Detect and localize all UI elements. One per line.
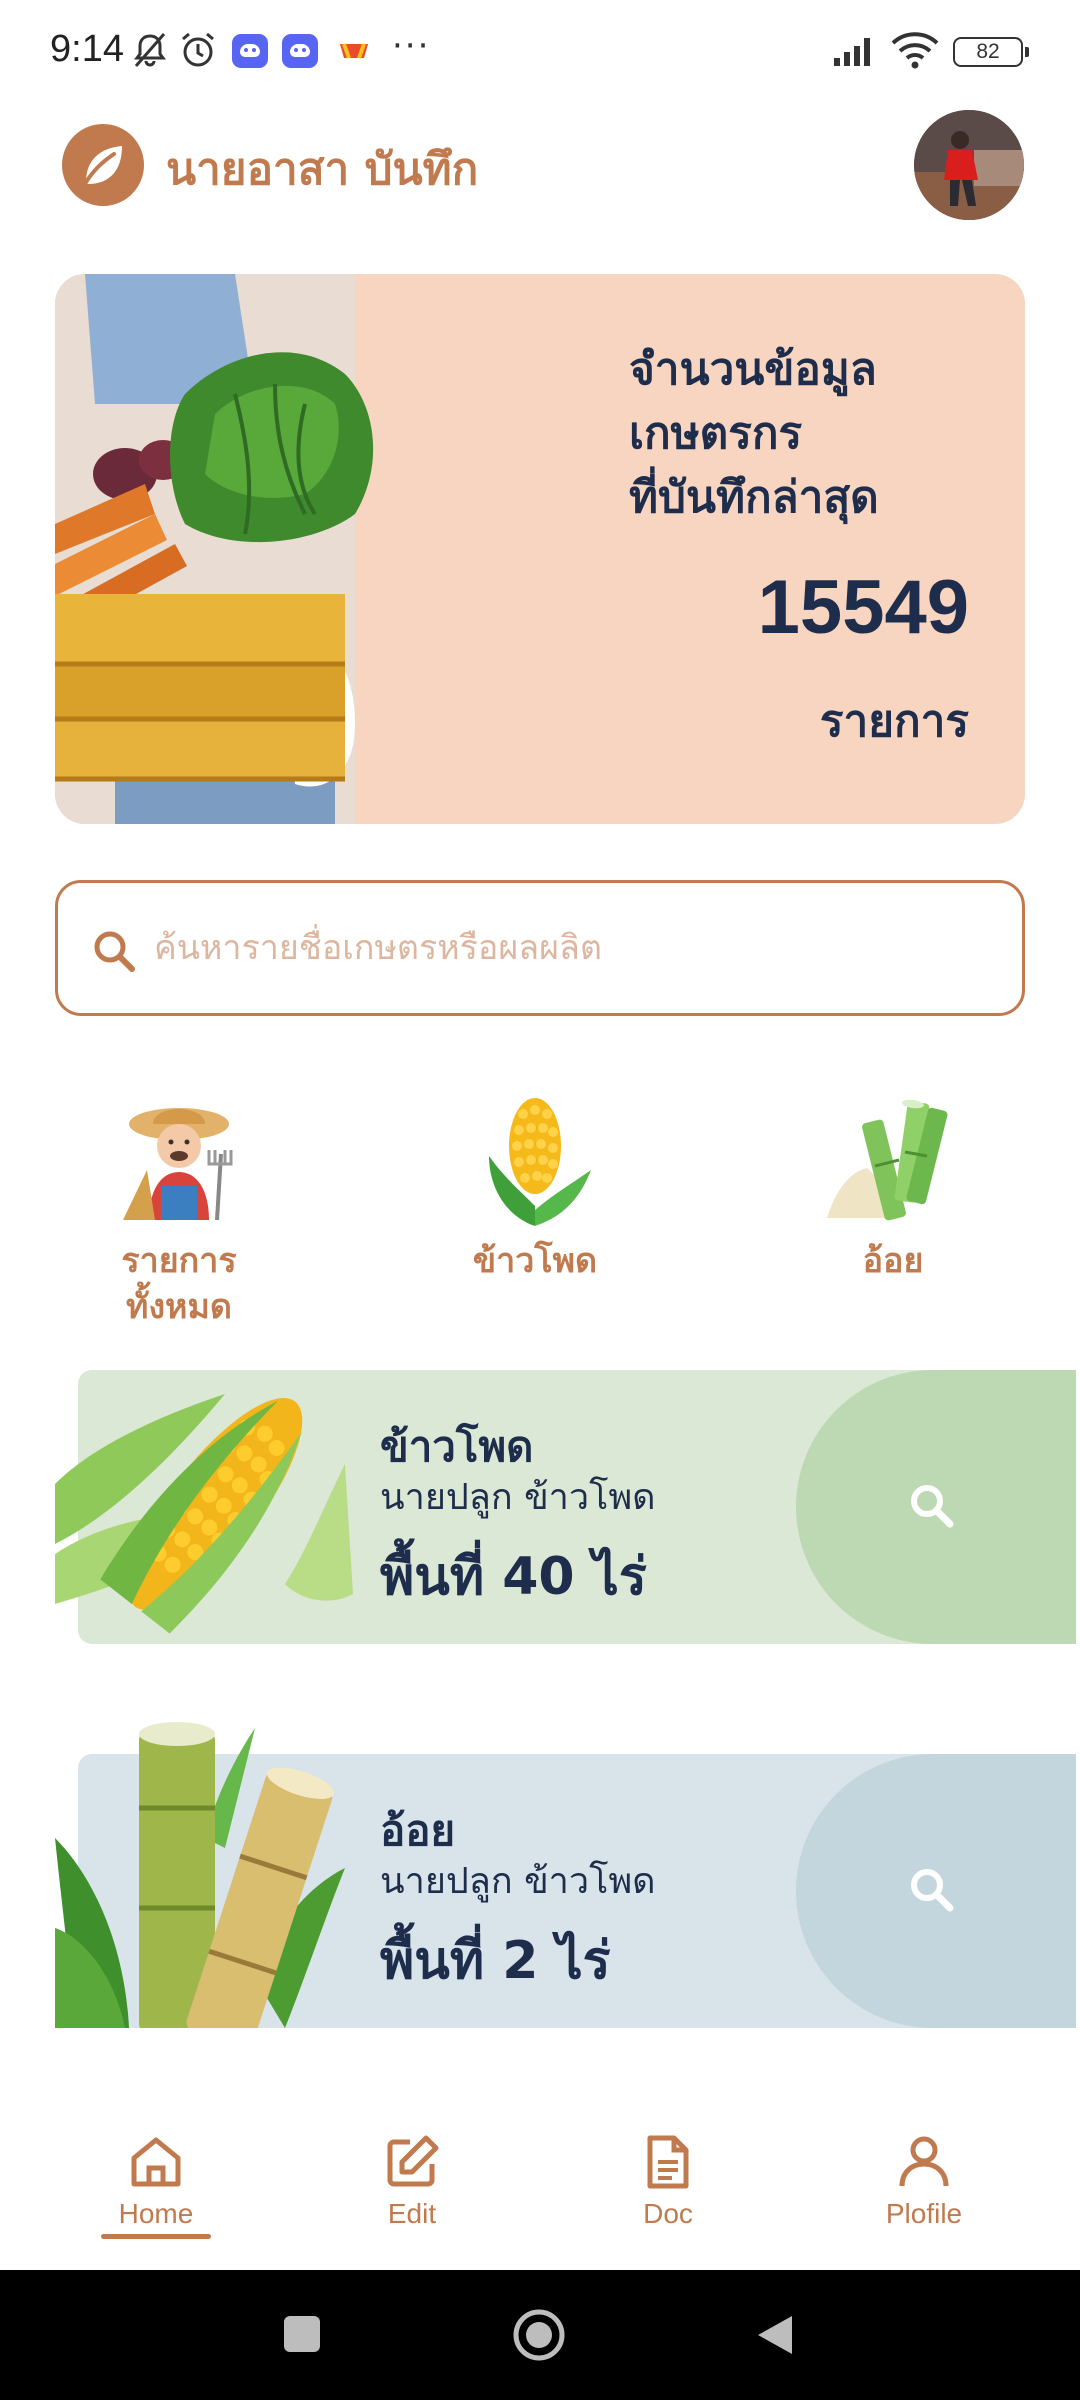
more-notifications-icon: ··· <box>392 26 431 66</box>
corn-image <box>55 1394 353 1634</box>
discord-icon <box>232 34 268 68</box>
hero-label: จำนวนข้อมูล เกษตรกร ที่บันทึกล่าสุด <box>629 338 969 530</box>
farmer-name: นายปลูก ข้าวโพด <box>380 1477 656 1518</box>
home-button-icon[interactable] <box>512 2308 566 2362</box>
leaf-icon <box>84 146 122 184</box>
crop-area: พื้นที่ 2 ไร่ <box>380 1931 611 1991</box>
search-input[interactable] <box>154 917 974 979</box>
document-icon <box>647 2135 689 2189</box>
hero-label-line: ที่บันทึกล่าสุด <box>629 472 879 523</box>
nav-edit[interactable]: Edit <box>332 2130 492 2230</box>
back-icon[interactable] <box>754 2312 796 2358</box>
app-title: นายอาสา บันทึก <box>166 144 479 195</box>
nav-doc[interactable]: Doc <box>588 2130 748 2230</box>
nav-label: Edit <box>387 2198 437 2229</box>
record-unit: รายการ <box>819 696 969 747</box>
edit-icon <box>387 2135 439 2187</box>
crop-search-button[interactable] <box>796 1370 1076 1644</box>
hero-label-line: จำนวนข้อมูล <box>629 344 877 395</box>
active-indicator <box>101 2234 211 2239</box>
record-count: 15549 <box>757 565 969 650</box>
nav-label: Plofile <box>885 2198 963 2229</box>
corn-icon <box>489 1098 591 1226</box>
search-icon <box>94 931 135 972</box>
status-bar: 9:14 ··· 82 <box>0 0 1080 104</box>
farmer-name: นายปลูก ข้าวโพด <box>380 1861 656 1902</box>
category-label: ข้าวโพด <box>472 1241 598 1281</box>
hero-banner: จำนวนข้อมูล เกษตรกร ที่บันทึกล่าสุด 1554… <box>55 274 1025 824</box>
crop-card-sugarcane[interactable]: อ้อย นายปลูก ข้าวโพด พื้นที่ 2 ไร่ <box>55 1722 1076 2028</box>
status-time: 9:14 <box>50 28 124 70</box>
search-icon <box>911 1869 954 1912</box>
category-label: อ้อย <box>862 1241 924 1281</box>
nav-label: Doc <box>643 2198 693 2229</box>
nav-label: Home <box>118 2198 194 2229</box>
profile-photo <box>914 110 1024 220</box>
crop-area: พื้นที่ 40 ไร่ <box>380 1547 647 1607</box>
app-logo <box>62 124 144 206</box>
crop-search-button[interactable] <box>796 1754 1076 2028</box>
battery-icon: 82 <box>953 37 1029 67</box>
home-icon <box>131 2137 181 2187</box>
bottom-navigation: Home Edit Doc Plofile <box>0 2100 1080 2270</box>
bell-off-icon <box>134 33 166 67</box>
vegetable-crate-image <box>55 274 374 824</box>
category-corn[interactable]: ข้าวโพด <box>415 1090 655 1284</box>
search-icon <box>911 1485 954 1528</box>
hero-label-line: เกษตรกร <box>629 408 803 459</box>
recent-apps-icon[interactable] <box>282 2314 322 2354</box>
user-icon <box>899 2136 949 2187</box>
app-icon <box>340 43 368 59</box>
crop-card-corn[interactable]: ข้าวโพด นายปลูก ข้าวโพด พื้นที่ 40 ไร่ <box>55 1370 1076 1644</box>
avatar[interactable] <box>914 110 1024 220</box>
farmer-icon <box>123 1108 233 1221</box>
alarm-icon <box>182 32 214 67</box>
category-label: ทั้งหมด <box>126 1287 232 1327</box>
signal-icon <box>834 38 870 66</box>
sugarcane-image <box>55 1722 345 2028</box>
category-label: รายการ <box>121 1241 237 1281</box>
category-sugarcane[interactable]: อ้อย <box>773 1090 1013 1284</box>
discord-icon <box>282 34 318 68</box>
nav-home[interactable]: Home <box>76 2130 236 2239</box>
search-bar[interactable] <box>55 880 1025 1016</box>
wifi-icon <box>891 32 939 69</box>
category-all[interactable]: รายการ ทั้งหมด <box>59 1090 299 1330</box>
sugarcane-icon <box>827 1099 948 1221</box>
nav-profile[interactable]: Plofile <box>844 2130 1004 2230</box>
system-navigation-bar <box>0 2270 1080 2400</box>
